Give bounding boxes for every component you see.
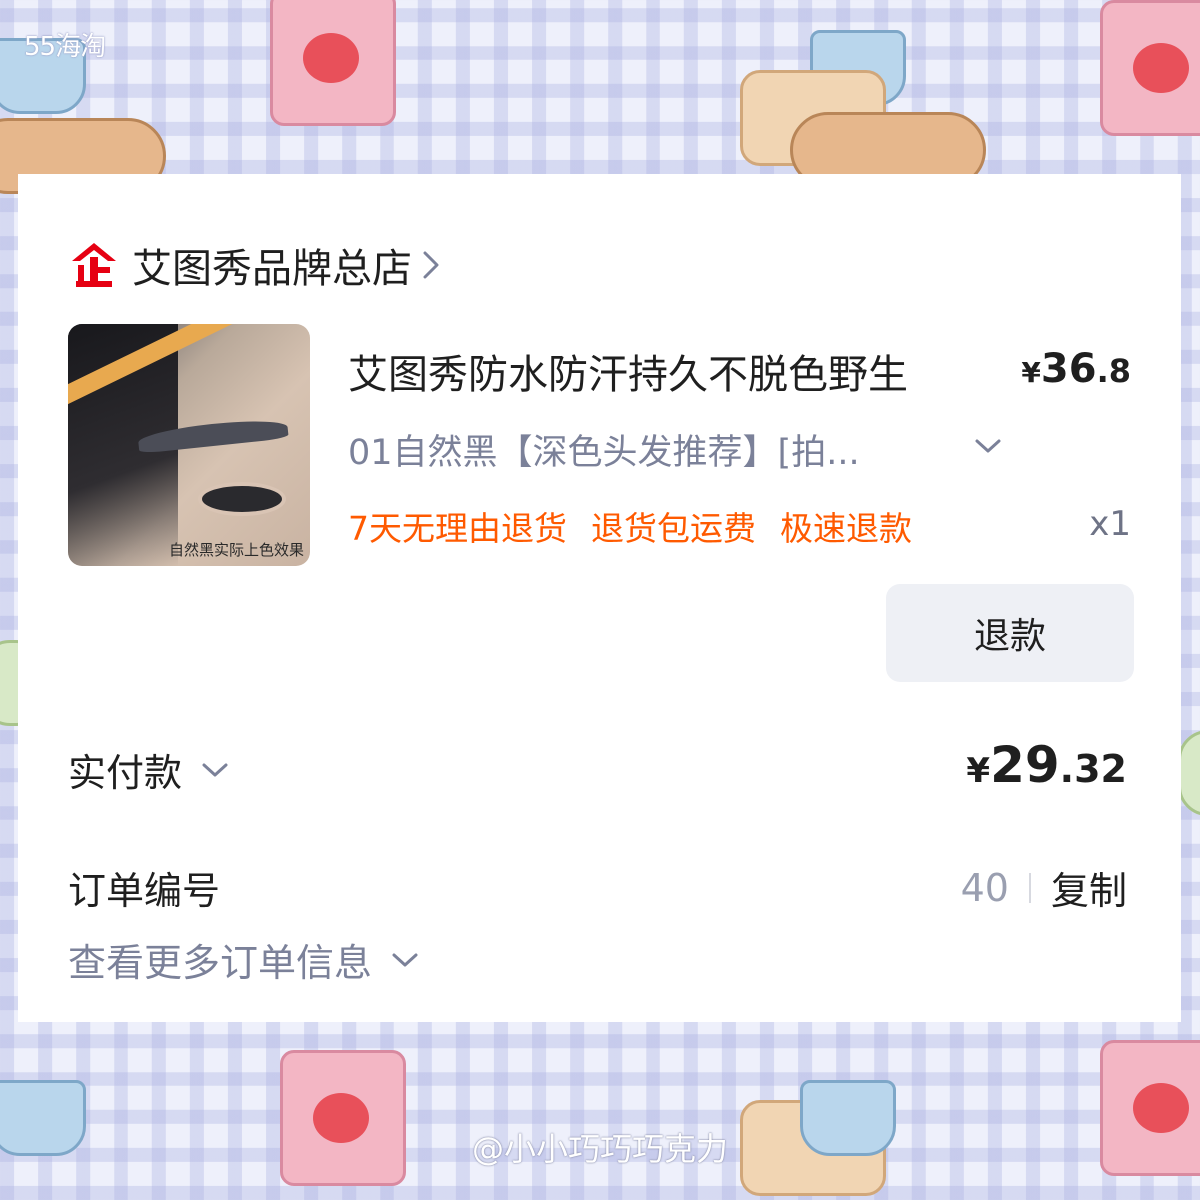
- paid-amount-value: ¥29.32: [966, 736, 1127, 794]
- product-title[interactable]: 艾图秀防水防汗持久不脱色野生: [348, 342, 908, 400]
- tmall-flagship-icon: [72, 243, 116, 287]
- product-price: ¥36.8: [1021, 346, 1131, 392]
- chevron-down-icon: [202, 763, 228, 776]
- product-quantity: x1: [1089, 504, 1131, 544]
- watermark-top-left: 55海淘: [24, 32, 106, 62]
- price-decimal: .8: [1096, 352, 1131, 390]
- paid-decimal: .32: [1059, 747, 1127, 791]
- shop-name: 艾图秀品牌总店: [132, 246, 412, 292]
- chevron-down-icon: [392, 953, 418, 966]
- service-tag-fast-refund: 极速退款: [780, 509, 912, 548]
- order-number-label: 订单编号: [68, 869, 221, 913]
- order-number-value: 40: [960, 865, 1009, 910]
- order-card: 艾图秀品牌总店 自然黑实际上色效果 艾图秀防水防汗持久不脱色野生 ¥36.8 0…: [18, 174, 1181, 1022]
- price-integer: 36: [1040, 346, 1097, 392]
- service-tag-no-reason-return: 7天无理由退货: [348, 509, 567, 548]
- paid-amount-toggle[interactable]: 实付款: [68, 742, 230, 797]
- chevron-down-icon[interactable]: [973, 436, 1003, 456]
- product-image-caption: 自然黑实际上色效果: [168, 541, 304, 559]
- tomato-can-sticker: [270, 0, 396, 126]
- price-currency: ¥: [1021, 356, 1041, 389]
- more-order-info-toggle[interactable]: 查看更多订单信息: [68, 932, 420, 987]
- paid-amount-label: 实付款: [68, 751, 183, 795]
- watermark-bottom: @小小巧巧巧克力: [471, 1130, 728, 1168]
- tomato-can-sticker: [1100, 0, 1200, 136]
- shop-header[interactable]: 艾图秀品牌总店: [68, 236, 442, 294]
- service-tags: 7天无理由退货 退货包运费 极速退款: [348, 502, 912, 550]
- order-number-group: 40 复制: [960, 860, 1127, 915]
- product-image[interactable]: 自然黑实际上色效果: [68, 324, 310, 566]
- paid-integer: 29: [990, 736, 1060, 794]
- refund-button[interactable]: 退款: [886, 584, 1134, 682]
- divider: [1028, 872, 1031, 903]
- paid-currency: ¥: [966, 751, 991, 791]
- service-tag-free-return-shipping: 退货包运费: [591, 509, 756, 548]
- leaf-sticker: [1178, 730, 1200, 816]
- product-sku[interactable]: 01自然黑【深色头发推荐】[拍...: [348, 424, 860, 475]
- more-order-info-label: 查看更多订单信息: [68, 941, 373, 985]
- chevron-right-icon: [423, 251, 439, 279]
- product-image-eye: [198, 482, 286, 516]
- copy-order-number-button[interactable]: 复制: [1051, 860, 1127, 915]
